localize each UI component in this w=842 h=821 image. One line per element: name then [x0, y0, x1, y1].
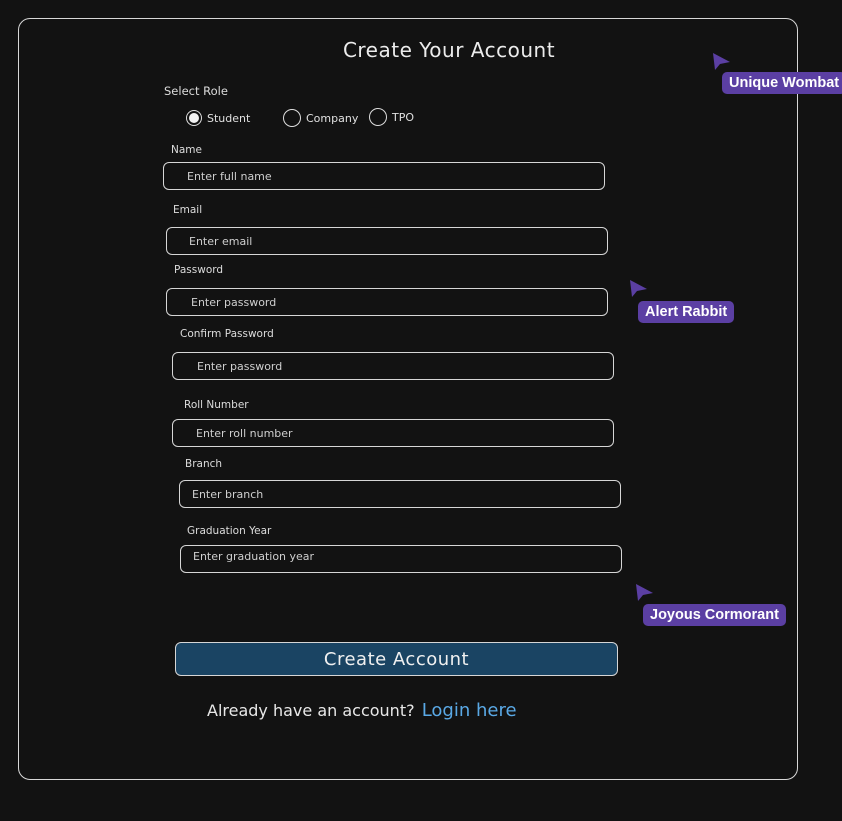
collaborator-cursor: Unique Wombat [712, 52, 842, 94]
collaborator-name-tag: Alert Rabbit [638, 301, 735, 323]
radio-selected-dot [189, 113, 199, 123]
radio-student[interactable]: Student [186, 110, 250, 126]
password-input[interactable] [166, 288, 608, 316]
radio-label: Student [207, 111, 251, 125]
radio-circle-icon [186, 110, 202, 126]
login-prompt-row: Already have an account? Login here [207, 700, 517, 721]
radio-label: Company [306, 111, 359, 125]
login-link[interactable]: Login here [422, 700, 517, 721]
branch-label: Branch [185, 458, 223, 470]
confirm-password-label: Confirm Password [180, 328, 274, 340]
create-account-button[interactable]: Create Account [175, 642, 618, 676]
radio-company[interactable]: Company [283, 109, 358, 127]
email-label: Email [173, 204, 203, 216]
password-label: Password [174, 264, 224, 276]
graduation-year-label: Graduation Year [187, 525, 272, 537]
roll-number-input[interactable] [172, 419, 614, 447]
radio-circle-icon [369, 108, 387, 126]
radio-tpo[interactable]: TPO [369, 108, 414, 126]
cursor-arrow-icon [630, 280, 647, 297]
name-label: Name [171, 144, 202, 156]
radio-circle-icon [283, 109, 301, 127]
radio-label: TPO [392, 110, 415, 124]
cursor-arrow-icon [636, 584, 653, 601]
role-label: Select Role [164, 84, 228, 98]
graduation-year-input[interactable] [180, 545, 622, 573]
cursor-arrow-icon [713, 53, 730, 70]
collaborator-cursor: Joyous Cormorant [635, 583, 786, 626]
confirm-password-input[interactable] [172, 352, 614, 380]
email-input[interactable] [166, 227, 608, 255]
collaborator-cursor: Alert Rabbit [629, 279, 735, 323]
roll-number-label: Roll Number [184, 399, 249, 411]
branch-input[interactable] [179, 480, 621, 508]
name-input[interactable] [163, 162, 605, 190]
collaborator-name-tag: Joyous Cormorant [643, 604, 786, 626]
collaborator-name-tag: Unique Wombat [722, 72, 842, 94]
login-prompt-text: Already have an account? [207, 701, 415, 720]
